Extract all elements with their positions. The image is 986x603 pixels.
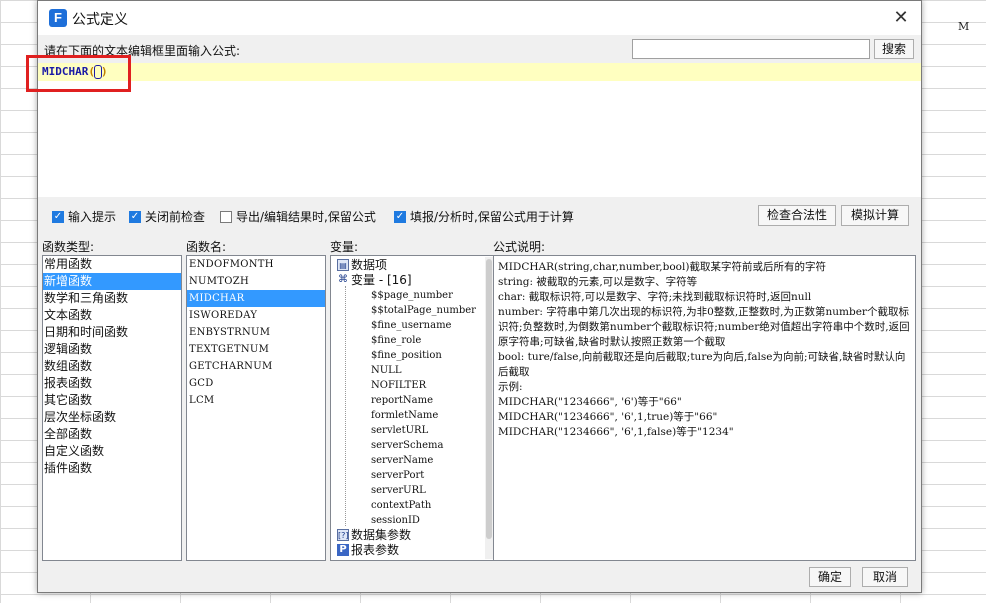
tree-node-report-params[interactable]: P 报表参数 [331,543,494,558]
function-name-item[interactable]: ISWOREDAY [187,307,325,324]
checkbox-checked-icon[interactable]: ✓ [394,210,406,223]
checkbox-checked-icon[interactable]: ✓ [52,210,64,223]
function-type-item[interactable]: 其它函数 [43,392,181,409]
variables-label: 变量: [330,240,359,254]
table-icon: ▤ [337,259,349,271]
dialog-titlebar[interactable]: F 公式定义 ✕ [38,1,921,35]
function-type-item[interactable]: 数学和三角函数 [43,290,181,307]
variable-item[interactable]: $fine_username [331,318,494,333]
option-label: 填报/分析时,保留公式用于计算 [410,210,574,224]
variable-item[interactable]: NULL [331,363,494,378]
function-type-item[interactable]: 层次坐标函数 [43,409,181,426]
current-line-highlight [38,63,921,81]
description-line: char: 截取标识符,可以是数字、字符;未找到截取标识符时,返回null [498,291,812,303]
variable-item[interactable]: serverPort [331,468,494,483]
function-name-item[interactable]: GCD [187,375,325,392]
param-icon: P [337,544,349,556]
option-input-hint[interactable]: ✓ 输入提示 [52,208,116,225]
option-label: 输入提示 [68,210,117,224]
function-type-item[interactable]: 日期和时间函数 [43,324,181,341]
function-name-item[interactable]: ENDOFMONTH [187,256,325,273]
description-line: string: 被截取的元素,可以是数字、字符等 [498,276,698,288]
variable-item[interactable]: $fine_role [331,333,494,348]
function-type-item[interactable]: 全部函数 [43,426,181,443]
description-line: MIDCHAR(string,char,number,bool)截取某字符前或后… [498,261,826,273]
function-types-label: 函数类型: [42,240,95,254]
function-type-item[interactable]: 自定义函数 [43,443,181,460]
description-text: MIDCHAR(string,char,number,bool)截取某字符前或后… [494,256,915,444]
simulate-calc-button[interactable]: 模拟计算 [841,205,909,226]
tree-node-data-item[interactable]: ▤ 数据项 [331,258,494,273]
description-line: number: 字符串中第几次出现的标识符,为非0整数,正整数时,为正数第num… [498,306,910,348]
function-name-item[interactable]: TEXTGETNUM [187,341,325,358]
checkbox-unchecked-icon[interactable] [220,210,232,223]
option-label: 导出/编辑结果时,保留公式 [236,210,376,224]
ok-button[interactable]: 确定 [809,567,851,587]
function-name-item[interactable]: NUMTOZH [187,273,325,290]
tree-node-dataset-params[interactable]: [?] 数据集参数 [331,528,494,543]
option-keep-formula-export[interactable]: 导出/编辑结果时,保留公式 [220,208,376,225]
function-type-item[interactable]: 插件函数 [43,460,181,477]
variable-item[interactable]: formletName [331,408,494,423]
red-highlight-box [26,55,131,92]
formula-definition-dialog: F 公式定义 ✕ 请在下面的文本编辑框里面输入公式: 搜索 MIDCHAR() … [26,0,922,593]
app-logo-icon: F [49,9,67,27]
variable-item[interactable]: $fine_position [331,348,494,363]
close-icon[interactable]: ✕ [889,7,913,29]
function-type-item[interactable]: 常用函数 [43,256,181,273]
description-line: 示例: [498,381,523,393]
function-names-label: 函数名: [186,240,227,254]
variable-items: $$page_number $$totalPage_number $fine_use… [331,288,494,528]
variable-item[interactable]: sessionID [331,513,494,528]
function-name-item[interactable]: ENBYSTRNUM [187,324,325,341]
variable-item[interactable]: servletURL [331,423,494,438]
description-label: 公式说明: [493,240,546,254]
tree-node-variables[interactable]: ⌘ 变量 - [16] [331,273,494,288]
variable-item[interactable]: serverName [331,453,494,468]
option-keep-formula-calc[interactable]: ✓ 填报/分析时,保留公式用于计算 [394,208,574,225]
cancel-button[interactable]: 取消 [862,567,908,587]
tree-node-label: 变量 - [16] [351,273,412,287]
variable-item[interactable]: NOFILTER [331,378,494,393]
tree-node-label: 数据项 [351,258,388,272]
dataset-param-icon: [?] [337,529,349,541]
variable-item[interactable]: $$page_number [331,288,494,303]
variable-item[interactable]: serverURL [331,483,494,498]
variable-item[interactable]: contextPath [331,498,494,513]
function-type-item[interactable]: 逻辑函数 [43,341,181,358]
description-line: MIDCHAR("1234666", '6',1,true)等于"66" [498,411,718,423]
variable-item[interactable]: serverSchema [331,438,494,453]
function-type-item[interactable]: 数组函数 [43,358,181,375]
variables-tree[interactable]: ▤ 数据项 ⌘ 变量 - [16] $$page_number $$totalPage… [330,255,495,561]
variable-icon: ⌘ [338,274,348,285]
function-types-list[interactable]: 常用函数 新增函数 数学和三角函数 文本函数 日期和时间函数 逻辑函数 数组函数 报表函数 其它… [42,255,182,561]
option-check-before-close[interactable]: ✓ 关闭前检查 [129,208,205,225]
scrollbar-thumb[interactable] [486,259,492,539]
function-type-item[interactable]: 新增函数 [43,273,181,290]
check-validity-button[interactable]: 检查合法性 [758,205,836,226]
description-line: MIDCHAR("1234666", '6')等于"66" [498,396,682,408]
variable-item[interactable]: reportName [331,393,494,408]
function-names-list[interactable]: ENDOFMONTH NUMTOZH MIDCHAR ISWOREDAY ENBYSTR… [186,255,326,561]
formula-editor[interactable]: MIDCHAR() [38,63,921,197]
description-panel: MIDCHAR(string,char,number,bool)截取某字符前或后… [493,255,916,561]
tree-node-label: 报表参数 [351,543,400,557]
dialog-title: 公式定义 [72,12,128,28]
option-label: 关闭前检查 [145,210,206,224]
description-line: bool: ture/false,向前截取还是向后截取;ture为向后,fals… [498,351,906,378]
function-name-item[interactable]: MIDCHAR [187,290,325,307]
search-input[interactable] [632,39,870,59]
function-name-item[interactable]: LCM [187,392,325,409]
function-type-item[interactable]: 报表函数 [43,375,181,392]
vertical-scrollbar[interactable] [485,257,493,559]
variable-item[interactable]: $$totalPage_number [331,303,494,318]
description-line: MIDCHAR("1234666", '6',1,false)等于"1234" [498,426,734,438]
function-name-item[interactable]: GETCHARNUM [187,358,325,375]
checkbox-checked-icon[interactable]: ✓ [129,210,141,223]
function-type-item[interactable]: 文本函数 [43,307,181,324]
tree-node-label: 数据集参数 [351,528,412,542]
search-button[interactable]: 搜索 [874,39,914,59]
column-header-m: M [958,20,970,33]
